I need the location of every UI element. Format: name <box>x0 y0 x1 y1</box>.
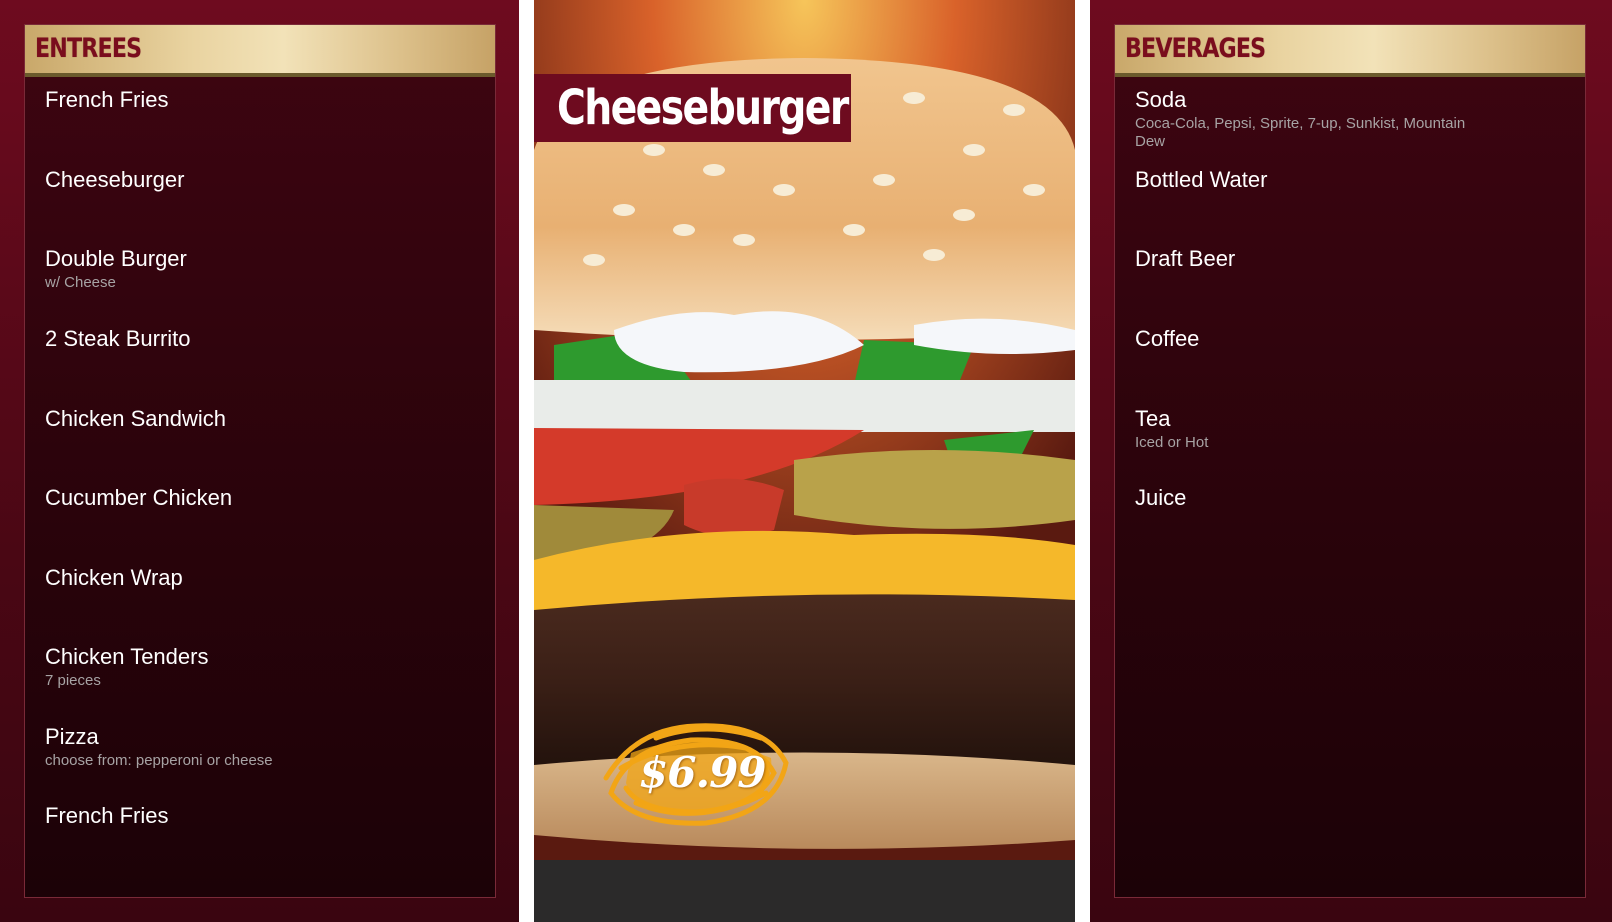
beverage-item-name: Juice <box>1135 485 1187 510</box>
entree-item-name: Chicken Sandwich <box>45 406 226 431</box>
entree-item: Cucumber Chicken <box>45 485 465 513</box>
entree-item-name: Chicken Wrap <box>45 565 183 590</box>
entree-item: French Fries <box>45 87 465 115</box>
entrees-panel: ENTREES French Fries Cheeseburger Double… <box>24 24 496 898</box>
entree-item: Chicken Tenders 7 pieces <box>45 644 465 690</box>
entree-item-desc: 7 pieces <box>45 672 101 689</box>
beverage-item-desc: Coca-Cola, Pepsi, Sprite, 7-up, Sunkist,… <box>1135 115 1466 150</box>
beverage-item-name: Soda <box>1135 87 1187 112</box>
entree-item: Chicken Wrap <box>45 565 465 593</box>
entree-item-desc: choose from: pepperoni or cheese <box>45 752 273 769</box>
beverage-item: Juice <box>1135 485 1555 513</box>
feature-panel: Cheeseburger $6.99 <box>534 0 1075 922</box>
beverages-header: BEVERAGES <box>1115 25 1585 77</box>
beverage-item-name: Coffee <box>1135 326 1200 351</box>
beverages-header-title: BEVERAGES <box>1125 33 1266 64</box>
feature-title: Cheeseburger <box>557 80 849 136</box>
entree-item-name: 2 Steak Burrito <box>45 326 191 351</box>
entree-item: Cheeseburger <box>45 167 465 195</box>
entree-item: French Fries <box>45 803 465 831</box>
entree-item: Chicken Sandwich <box>45 406 465 434</box>
beverage-item: Draft Beer <box>1135 246 1555 274</box>
entrees-header-title: ENTREES <box>35 33 142 64</box>
beverages-board: BEVERAGES Soda Coca-Cola, Pepsi, Sprite,… <box>1090 0 1612 922</box>
entree-item-name: Cucumber Chicken <box>45 485 233 510</box>
entrees-board: ENTREES French Fries Cheeseburger Double… <box>0 0 519 922</box>
beverage-item: Bottled Water <box>1135 167 1555 195</box>
entree-item-name: Double Burger <box>45 246 187 271</box>
feature-title-tag: Cheeseburger <box>534 74 851 142</box>
entree-item-name: Pizza <box>45 724 99 749</box>
beverages-panel: BEVERAGES Soda Coca-Cola, Pepsi, Sprite,… <box>1114 24 1586 898</box>
entree-item-name: Chicken Tenders <box>45 644 209 669</box>
entree-item-name: French Fries <box>45 87 169 112</box>
beverage-item-name: Tea <box>1135 406 1171 431</box>
beverage-item: Coffee <box>1135 326 1555 354</box>
entree-item-desc: w/ Cheese <box>45 274 116 291</box>
beverage-item-name: Draft Beer <box>1135 246 1236 271</box>
entree-item-name: Cheeseburger <box>45 167 185 192</box>
entree-item: Pizza choose from: pepperoni or cheese <box>45 724 465 770</box>
entree-item-name: French Fries <box>45 803 169 828</box>
entree-item: Double Burger w/ Cheese <box>45 246 465 292</box>
beverage-item-desc: Iced or Hot <box>1135 434 1209 451</box>
feature-price: $6.99 <box>639 748 767 797</box>
beverage-item-name: Bottled Water <box>1135 167 1268 192</box>
beverage-item: Tea Iced or Hot <box>1135 406 1555 452</box>
beverage-item: Soda Coca-Cola, Pepsi, Sprite, 7-up, Sun… <box>1135 87 1485 151</box>
entrees-header: ENTREES <box>25 25 495 77</box>
entree-item: 2 Steak Burrito <box>45 326 465 354</box>
